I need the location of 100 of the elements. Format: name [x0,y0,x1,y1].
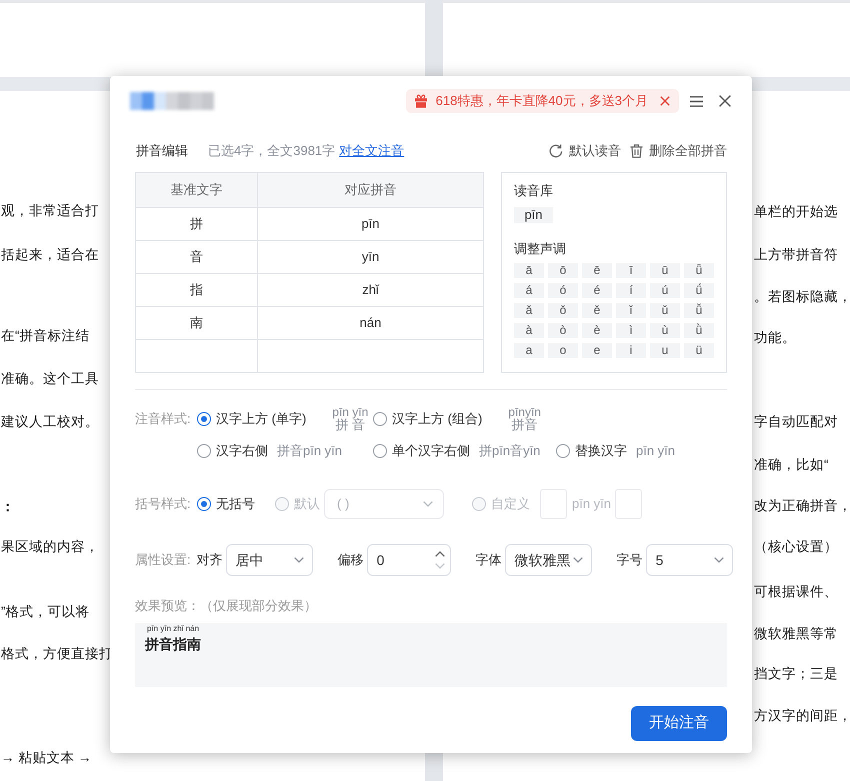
pinyin-sample: pīn yīn [332,406,368,418]
tone-button[interactable]: ī [616,263,646,278]
tone-button[interactable]: ě [582,303,612,318]
table-cell-text: zhǐ [361,281,380,300]
tone-button[interactable]: ò [548,323,578,338]
document-text: 功能。 [754,329,796,347]
reading-chip[interactable]: pīn [514,207,553,223]
default-reading-button[interactable]: 默认读音 [549,141,621,161]
tone-button[interactable]: ü [684,343,714,358]
tone-button[interactable]: e [582,343,612,358]
radio-option[interactable]: 单个汉字右侧 [373,441,470,461]
panel-title: 读音库 [514,182,553,200]
tone-button[interactable]: à [514,323,544,338]
promo-text: 618特惠，年卡直降40元，多送3个月 [436,92,648,110]
document-text: 上方带拼音符 [754,246,838,264]
tone-button[interactable]: é [582,283,612,298]
tone-button[interactable]: ō [548,263,578,278]
tone-button[interactable]: a [514,343,544,358]
radio-button[interactable] [373,412,387,426]
radio-button[interactable] [556,444,570,458]
field-label: 字号 [616,551,643,570]
radio-button[interactable] [197,444,211,458]
tone-button[interactable]: ǐ [616,303,646,318]
tone-button[interactable]: ǒ [548,303,578,318]
field-label: 注音样式: [135,410,192,428]
tone-button[interactable]: ē [582,263,612,278]
close-icon[interactable] [660,96,670,106]
table-cell: 音 [136,241,258,273]
radio-option[interactable]: 汉字上方 (组合) [373,409,482,429]
chevron-down-icon [423,501,433,507]
radio-button[interactable] [373,444,387,458]
radio-option[interactable]: 汉字右侧 [197,441,268,461]
document-text: 单栏的开始选 [754,203,838,221]
tone-button[interactable]: í [616,283,646,298]
field-label: 括号样式: [135,495,192,514]
tone-button[interactable]: ú [650,283,680,298]
document-text: 建议人工校对。 [1,413,99,431]
sample-text: pīn yīn [636,442,676,460]
document-text: 方汉字的间距， [754,707,850,725]
sample-text: pīn yīn [572,495,612,514]
preview-label: 效果预览：（仅展现部分效果） [135,598,317,614]
tone-button[interactable]: o [548,343,578,358]
tone-button[interactable]: ā [514,263,544,278]
start-annotation-button[interactable]: 开始注音 [631,706,727,741]
tone-button[interactable]: ó [548,283,578,298]
tone-button[interactable]: ì [616,323,646,338]
document-text: 挡文字；三是 [754,665,838,683]
document-text: 果区域的内容， [1,538,99,556]
dropdown[interactable]: 居中 [226,544,313,576]
number-input[interactable]: 0 [366,544,451,576]
sample-text: 拼音pīn yīn [277,442,342,460]
document-text: 准确。这个工具 [1,370,99,388]
chevron-down-icon [572,557,583,563]
menu-icon[interactable] [690,96,703,106]
section-title: 拼音编辑 [135,142,188,160]
dropdown[interactable]: 微软雅黑 [504,544,592,576]
table-cell-text: pīn [360,215,381,234]
document-text: 微软雅黑等常 [754,625,838,643]
tone-button[interactable]: ū [650,263,680,278]
document-text: → 粘贴文本 → [1,749,92,767]
gift-icon [414,94,428,108]
dropdown[interactable]: 5 [646,544,733,576]
close-icon[interactable] [719,95,731,107]
chevron-down-icon [714,557,724,563]
tone-button[interactable]: u [650,343,680,358]
document-text: 在“拼音标注结 [1,327,90,345]
document-text: 准确，比如“ [754,456,828,474]
chevron-up-icon[interactable] [434,551,445,557]
annotate-all-link[interactable]: 对全文注音 [339,141,404,161]
field-label: 偏移 [338,551,364,570]
radio-option[interactable]: 汉字上方 (单字) [197,409,306,429]
document-text: 字自动匹配对 [754,413,838,431]
tone-button[interactable]: ǎ [514,303,544,318]
document-text: 。若图标隐藏， [754,288,850,306]
document-text: 格式，方便直接打 [1,645,113,663]
field-label: 对齐 [196,551,223,570]
document-text: ： [1,498,15,516]
tone-button[interactable]: ǖ [684,263,714,278]
radio-button[interactable] [197,497,211,511]
delete-all-pinyin-button[interactable]: 删除全部拼音 [630,141,727,161]
radio-option[interactable]: 无括号 [197,494,255,514]
tone-button[interactable]: ǜ [684,323,714,338]
field-label: 字体 [476,551,502,570]
radio-button[interactable] [197,412,211,426]
tone-button[interactable]: ǘ [684,283,714,298]
tone-button[interactable]: á [514,283,544,298]
document-text: （核心设置） [754,538,838,556]
tone-button[interactable]: i [616,343,646,358]
tone-button[interactable]: ù [650,323,680,338]
sample-text: 拼pīn音yīn [479,442,540,460]
chevron-down-icon[interactable] [434,563,445,569]
table-cell-text: nán [358,314,382,332]
tone-button[interactable]: è [582,323,612,338]
refresh-icon [549,144,563,158]
document-text: 观，非常适合打 [1,202,99,220]
tone-button[interactable]: ǚ [684,303,714,318]
document-text: 可根据课件、 [754,583,838,601]
panel-title: 调整声调 [514,240,566,258]
radio-option[interactable]: 替换汉字 [556,441,627,461]
tone-button[interactable]: ǔ [650,303,680,318]
